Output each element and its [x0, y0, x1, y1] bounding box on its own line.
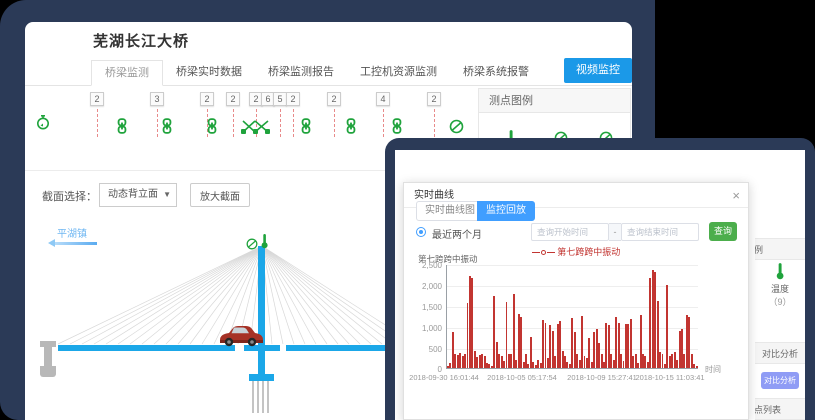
- sensor-dash-line: [233, 109, 234, 137]
- y-tick-label: 1,000: [404, 324, 442, 333]
- popup-window-content: 测点图例 温度 （9） 对比分析 对比分析 测点列表 实时曲线 × 实时曲线图 …: [395, 150, 805, 420]
- y-tick-label: 500: [404, 345, 442, 354]
- sensor-dash-line: [97, 109, 98, 137]
- link-sensor-icon[interactable]: [300, 118, 316, 134]
- query-end-time-input[interactable]: [621, 223, 699, 241]
- x-tick-label: 2018-10-15 11:03:41: [635, 373, 704, 382]
- popup-window-frame: 测点图例 温度 （9） 对比分析 对比分析 测点列表 实时曲线 × 实时曲线图 …: [385, 138, 815, 420]
- chart-bars: [447, 265, 698, 368]
- sensor-dash-line: [434, 109, 435, 137]
- range-separator: -: [609, 223, 621, 241]
- tab-bar: 桥梁监测 桥梁实时数据 桥梁监测报告 工控机资源监测 桥梁系统报警: [25, 60, 632, 86]
- link-sensor-icon[interactable]: [345, 118, 361, 134]
- deck-gap: [280, 344, 286, 352]
- tab-bridge-monitor[interactable]: 桥梁监测: [91, 60, 163, 86]
- sensor-dash-line: [280, 109, 281, 137]
- y-tick-label: 2,500: [404, 261, 442, 270]
- y-tick-label: 1,500: [404, 303, 442, 312]
- close-icon[interactable]: ×: [732, 183, 740, 208]
- chart-bar: [520, 317, 522, 368]
- legend-series-name: 第七跨跨中振动: [557, 247, 620, 257]
- enlarge-section-button[interactable]: 放大截面: [190, 183, 250, 207]
- left-pier: [40, 366, 56, 377]
- recent-two-months-label: 最近两个月: [432, 226, 482, 241]
- recent-two-months-radio[interactable]: [416, 227, 426, 237]
- query-start-time-input[interactable]: [531, 223, 609, 241]
- sensor-count-badge: 2: [226, 92, 240, 106]
- section-select-label: 截面选择：: [42, 188, 97, 204]
- link-sensor-icon[interactable]: [116, 118, 132, 134]
- sensor-dash-line: [334, 109, 335, 137]
- bridge-tower: [258, 246, 265, 382]
- chart-plot-area: [446, 265, 698, 369]
- y-tick-label: 2,000: [404, 282, 442, 291]
- temperature-count: （9）: [755, 295, 805, 308]
- legend-panel-title: 测点图例: [479, 89, 630, 113]
- x-tick-label: 2018-10-09 15:27:41: [567, 373, 637, 382]
- tab-ipc-resource[interactable]: 工控机资源监测: [347, 60, 450, 86]
- sensor-count-badge: 2: [200, 92, 214, 106]
- chevron-down-icon: ▼: [163, 184, 171, 206]
- sensor-count-badge: 2: [286, 92, 300, 106]
- thermometer-icon: [260, 233, 276, 249]
- temperature-label: 温度: [755, 282, 805, 295]
- tower-footing: [249, 374, 274, 381]
- tab-realtime-data[interactable]: 桥梁实时数据: [163, 60, 255, 86]
- link-sensor-icon[interactable]: [161, 118, 177, 134]
- screen: 芜湖长江大桥 桥梁监测 桥梁实时数据 桥梁监测报告 工控机资源监测 桥梁系统报警…: [0, 0, 815, 420]
- tower-piles: [252, 381, 272, 413]
- section-select-value: 动态背立面: [108, 189, 158, 200]
- x-tick-label: 2018-09-30 16:01:44: [409, 373, 479, 382]
- sensor-count-badge: 2: [327, 92, 341, 106]
- legend-line-icon: [547, 252, 555, 253]
- sensor-dash-line: [157, 109, 158, 137]
- temperature-item[interactable]: 温度 （9）: [755, 262, 805, 308]
- compare-analysis-button[interactable]: 对比分析: [761, 372, 799, 389]
- legend-circle-icon: [541, 250, 546, 255]
- sensor-dash-line: [383, 109, 384, 137]
- sensor-count-badge: 4: [376, 92, 390, 106]
- x-tick-label: 2018-10-05 05:17:54: [487, 373, 557, 382]
- cross-sensor-icon[interactable]: [241, 118, 271, 134]
- page-title: 芜湖长江大桥: [93, 30, 189, 51]
- sidebar-legend-header: 测点图例: [755, 238, 805, 260]
- video-monitor-button[interactable]: 视频监控: [564, 58, 632, 83]
- thermometer-icon: [775, 272, 785, 282]
- x-axis-name: 时间: [705, 364, 721, 375]
- sensor-count-badge: 2: [90, 92, 104, 106]
- tab-monitor-report[interactable]: 桥梁监测报告: [255, 60, 347, 86]
- sensor-count-badge: 3: [150, 92, 164, 106]
- car-image: [217, 323, 263, 347]
- tab-realtime-curve[interactable]: 实时曲线图: [416, 201, 484, 221]
- legend-line-icon: [532, 252, 540, 253]
- query-button[interactable]: 查询: [709, 222, 737, 241]
- sidebar-compare-header: 对比分析: [755, 342, 805, 364]
- sensor-count-badge: 5: [273, 92, 287, 106]
- stopwatch-icon[interactable]: [35, 114, 51, 130]
- link-sensor-icon[interactable]: [391, 118, 407, 134]
- link-sensor-icon[interactable]: [206, 118, 222, 134]
- left-pier: [44, 347, 52, 367]
- realtime-curve-dialog: 实时曲线 × 实时曲线图 监控回放 最近两个月 - 查询 第七跨跨中振动 第七跨…: [403, 182, 749, 420]
- chart-bar: [696, 366, 698, 368]
- chart-bar: [513, 294, 515, 368]
- prohibit-icon[interactable]: [449, 119, 465, 135]
- section-select-dropdown[interactable]: 动态背立面 ▼: [99, 183, 177, 207]
- sensor-dash-line: [293, 109, 294, 137]
- tab-system-alarm[interactable]: 桥梁系统报警: [450, 60, 542, 86]
- tab-playback[interactable]: 监控回放: [477, 201, 535, 221]
- sensor-count-badge: 2: [427, 92, 441, 106]
- sidebar-list-header: 测点列表: [755, 398, 805, 420]
